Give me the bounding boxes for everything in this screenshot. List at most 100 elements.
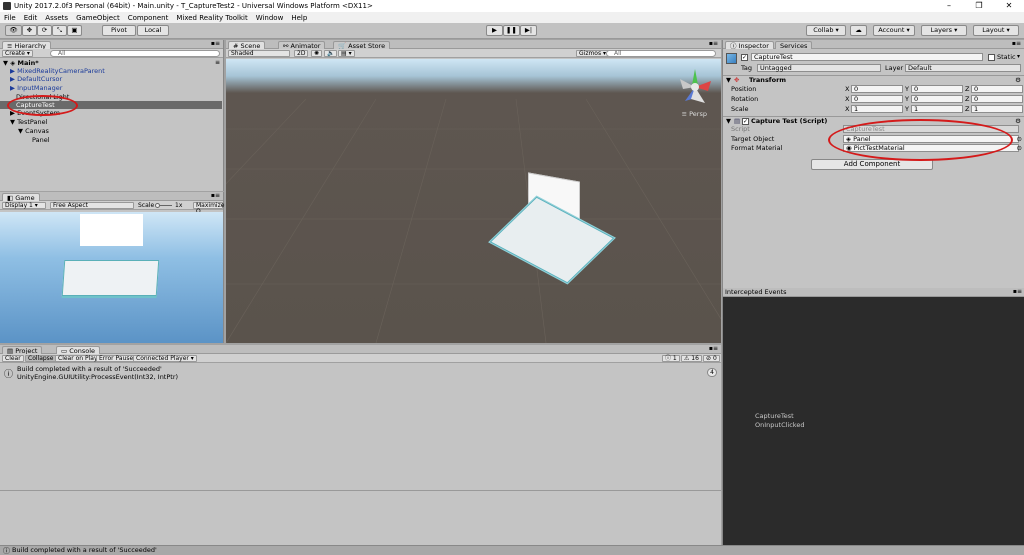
object-picker-icon[interactable]: ⊙ xyxy=(1017,144,1022,152)
list-item[interactable]: Panel xyxy=(0,136,222,144)
panel-menu-icon[interactable]: ▪≡ xyxy=(709,40,718,47)
display-dropdown[interactable]: Display 1 ▾ xyxy=(2,202,46,209)
menu-file[interactable]: File xyxy=(0,14,20,22)
menu-assets[interactable]: Assets xyxy=(41,14,72,22)
minimize-button[interactable]: – xyxy=(934,0,964,12)
active-checkbox[interactable]: ✓ xyxy=(741,54,748,61)
rect-tool-icon[interactable]: ▣ xyxy=(67,25,82,36)
panel-menu-icon[interactable]: ▪≡ xyxy=(211,40,220,47)
scene-viewport[interactable]: ≡ Persp xyxy=(226,59,721,343)
game-viewport[interactable] xyxy=(0,212,223,343)
persp-label[interactable]: ≡ Persp xyxy=(682,110,707,118)
layers-dropdown[interactable]: Layers ▾ xyxy=(921,25,967,36)
effects-icon[interactable]: ▤ ▾ xyxy=(338,50,355,57)
maximize-button[interactable]: ❐ xyxy=(964,0,994,12)
tab-scene[interactable]: # Scene xyxy=(228,41,266,50)
scene-row[interactable]: ▼ ◈ Main* xyxy=(0,59,222,67)
pivot-toggle[interactable]: Pivot xyxy=(102,25,136,36)
component-menu-icon[interactable]: ⚙ xyxy=(1015,117,1021,125)
panel-menu-icon[interactable]: ▪≡ xyxy=(1012,40,1021,47)
status-text[interactable]: Build completed with a result of 'Succee… xyxy=(12,546,157,554)
shading-dropdown[interactable]: Shaded xyxy=(228,50,290,57)
move-tool-icon[interactable]: ✥ xyxy=(22,25,37,36)
panel-menu-icon[interactable]: ▪≡ xyxy=(211,192,220,199)
hand-tool-icon[interactable]: 👁 xyxy=(5,25,22,36)
warning-filter-toggle[interactable]: ⚠ 16 xyxy=(681,355,702,362)
local-toggle[interactable]: Local xyxy=(137,25,169,36)
tag-dropdown[interactable]: Untagged xyxy=(757,64,881,72)
scene-search-input[interactable]: All xyxy=(606,50,716,57)
tab-console[interactable]: ▭ Console xyxy=(56,346,101,355)
play-button[interactable]: ▶ xyxy=(486,25,503,36)
clear-button[interactable]: Clear xyxy=(2,355,24,362)
panel-menu-icon[interactable]: ▪≡ xyxy=(709,345,718,352)
error-pause-toggle[interactable]: Error Pause xyxy=(96,355,137,362)
intercepted-title[interactable]: Intercepted Events xyxy=(725,288,787,296)
static-dropdown-icon[interactable]: ▾ xyxy=(1017,53,1020,60)
info-filter-toggle[interactable]: ⓘ 1 xyxy=(662,355,680,362)
tab-project[interactable]: ▤ Project xyxy=(2,346,43,355)
rotation-x-field[interactable]: 0 xyxy=(851,95,903,103)
close-button[interactable]: ✕ xyxy=(994,0,1024,12)
scene-menu-icon[interactable]: ≡ xyxy=(215,59,220,66)
object-name-field[interactable]: CaptureTest xyxy=(751,53,983,61)
foldout-icon[interactable]: ▼ xyxy=(726,117,731,125)
component-enabled-checkbox[interactable]: ✓ xyxy=(742,118,749,125)
scene-gizmo-icon[interactable] xyxy=(675,67,715,107)
tab-hierarchy[interactable]: ≡ Hierarchy xyxy=(2,41,51,50)
scale-x-field[interactable]: 1 xyxy=(851,105,903,113)
menu-edit[interactable]: Edit xyxy=(20,14,42,22)
menu-component[interactable]: Component xyxy=(124,14,173,22)
step-button[interactable]: ▶| xyxy=(520,25,537,36)
foldout-icon[interactable]: ▼ xyxy=(726,76,731,84)
transform-header[interactable]: ▼ ✥ Transform ⚙ xyxy=(723,75,1024,84)
list-item[interactable]: ▶ MixedRealityCameraParent xyxy=(0,67,222,75)
rotation-y-field[interactable]: 0 xyxy=(911,95,963,103)
list-item[interactable]: ▶ InputManager xyxy=(0,84,222,92)
scale-z-field[interactable]: 1 xyxy=(971,105,1023,113)
pause-button[interactable]: ❚❚ xyxy=(503,25,520,36)
object-picker-icon[interactable]: ⊙ xyxy=(1017,135,1022,143)
error-filter-toggle[interactable]: ⊘ 0 xyxy=(703,355,720,362)
tab-services[interactable]: Services xyxy=(775,41,813,50)
2d-toggle[interactable]: 2D xyxy=(294,50,309,57)
aspect-dropdown[interactable]: Free Aspect xyxy=(50,202,134,209)
rotate-tool-icon[interactable]: ⟳ xyxy=(37,25,52,36)
scale-slider-handle[interactable] xyxy=(155,203,160,208)
connected-player-dropdown[interactable]: Connected Player ▾ xyxy=(133,355,197,362)
component-menu-icon[interactable]: ⚙ xyxy=(1015,76,1021,84)
list-item[interactable]: ▼ Canvas xyxy=(0,127,222,135)
console-entry-line2[interactable]: UnityEngine.GUIUtility:ProcessEvent(Int3… xyxy=(17,373,178,381)
panel-menu-icon[interactable]: ▪≡ xyxy=(1013,288,1022,295)
account-button[interactable]: Account ▾ xyxy=(873,25,915,36)
list-item[interactable]: ▶ DefaultCursor xyxy=(0,75,222,83)
tab-game[interactable]: ◧ Game xyxy=(2,193,40,202)
scale-tool-icon[interactable]: ⤡ xyxy=(52,25,67,36)
static-checkbox[interactable] xyxy=(988,54,995,61)
clear-on-play-toggle[interactable]: Clear on Play xyxy=(55,355,101,362)
scale-y-field[interactable]: 1 xyxy=(911,105,963,113)
menu-gameobject[interactable]: GameObject xyxy=(72,14,124,22)
tab-asset-store[interactable]: 🛒 Asset Store xyxy=(333,41,391,50)
tab-animator[interactable]: ⚯ Animator xyxy=(278,41,326,50)
layout-dropdown[interactable]: Layout ▾ xyxy=(973,25,1019,36)
layer-dropdown[interactable]: Default xyxy=(905,64,1021,72)
menu-mixed-reality-toolkit[interactable]: Mixed Reality Toolkit xyxy=(172,14,251,22)
console-entry-line1[interactable]: Build completed with a result of 'Succee… xyxy=(17,365,162,373)
collapse-toggle[interactable]: Collapse xyxy=(25,355,57,362)
menu-window[interactable]: Window xyxy=(252,14,288,22)
rotation-z-field[interactable]: 0 xyxy=(971,95,1023,103)
create-button[interactable]: Create ▾ xyxy=(2,50,33,57)
lighting-icon[interactable]: ✺ xyxy=(311,50,323,57)
maximize-on-play-toggle[interactable]: Maximize O xyxy=(193,202,224,215)
list-item[interactable]: ▼ TestPanel xyxy=(0,118,222,126)
audio-icon[interactable]: 🔈 xyxy=(324,50,338,57)
tab-inspector[interactable]: ⓘ Inspector xyxy=(725,41,774,50)
gizmos-dropdown[interactable]: Gizmos ▾ xyxy=(576,50,610,57)
hierarchy-search-input[interactable]: All xyxy=(50,50,220,57)
position-x-field[interactable]: 0 xyxy=(851,85,903,93)
collab-button[interactable]: Collab ▾ xyxy=(806,25,846,36)
position-y-field[interactable]: 0 xyxy=(911,85,963,93)
position-z-field[interactable]: 0 xyxy=(971,85,1023,93)
cloud-icon[interactable]: ☁ xyxy=(850,25,867,36)
